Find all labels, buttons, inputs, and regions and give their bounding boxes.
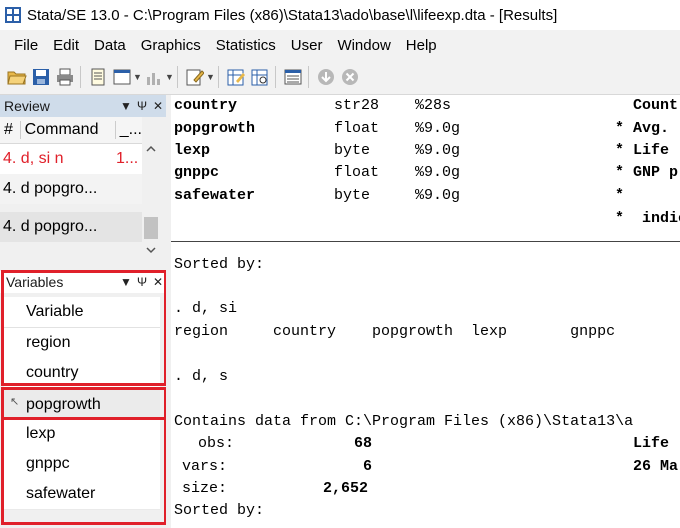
pin-icon[interactable]: Ψ	[134, 99, 150, 113]
filter-icon[interactable]: ▼	[118, 99, 134, 113]
review-row-command: 4. d popgro...	[3, 218, 98, 235]
review-column-headers: # Command _...	[0, 117, 142, 144]
stata-app-icon	[5, 7, 21, 23]
vars-label: vars:	[182, 458, 228, 475]
highlight-box-bottom	[1, 417, 167, 525]
toolbar-separator	[80, 66, 81, 88]
review-panel-header: Review ▼ Ψ ✕	[0, 95, 166, 117]
highlight-box-top	[1, 270, 167, 386]
do-file-editor-icon[interactable]	[184, 66, 206, 88]
describe-row-label: GNP p	[633, 164, 679, 181]
separator-line	[171, 241, 680, 242]
describe-row-flag: *	[615, 142, 625, 159]
graph-icon[interactable]	[143, 66, 165, 88]
describe-row-format: %9.0g	[415, 120, 461, 137]
review-row-rc: 1...	[116, 150, 139, 167]
describe-row-name: gnppc	[174, 164, 220, 181]
describe-row-flag: *	[615, 187, 625, 204]
review-row[interactable]: 4. d popgro...	[0, 212, 142, 242]
describe-row-format: %9.0g	[415, 187, 461, 204]
size-label: size:	[182, 480, 228, 497]
print-icon[interactable]	[54, 66, 76, 88]
menu-help[interactable]: Help	[406, 37, 447, 54]
menu-graphics[interactable]: Graphics	[141, 37, 211, 54]
describe-row-name: safewater	[174, 187, 256, 204]
review-panel-title: Review	[4, 98, 50, 114]
menu-user[interactable]: User	[291, 37, 333, 54]
review-col-command[interactable]: Command	[19, 121, 115, 139]
describe-row-flag: *	[615, 120, 625, 137]
review-row-command: 4. d popgro...	[3, 180, 98, 197]
size-value: 2,652	[323, 480, 369, 497]
viewer-icon[interactable]	[111, 66, 133, 88]
highlight-box-popgrowth	[1, 387, 167, 420]
chevron-down-icon[interactable]: ▼	[133, 72, 142, 82]
log-icon[interactable]	[87, 66, 109, 88]
toolbar-separator	[308, 66, 309, 88]
describe-row-name: popgrowth	[174, 120, 256, 137]
obs-label: obs:	[198, 435, 235, 452]
menu-bar: File Edit Data Graphics Statistics User …	[0, 30, 680, 60]
review-row[interactable]: 4. d popgro...	[0, 174, 142, 204]
toolbar-separator	[177, 66, 178, 88]
describe-row-label: Avg.	[633, 120, 670, 137]
describe-row-flag: *	[615, 164, 625, 181]
describe-note-indic: * indic	[615, 210, 680, 227]
toolbar-separator	[218, 66, 219, 88]
obs-value: 68	[354, 435, 373, 452]
vars-value: 6	[363, 458, 373, 475]
data-editor-icon[interactable]	[225, 66, 247, 88]
open-icon[interactable]	[6, 66, 28, 88]
menu-edit[interactable]: Edit	[53, 37, 89, 54]
results-pane: country str28 %28s Count popgrowth float…	[171, 95, 680, 528]
command-echo: . d, s	[174, 368, 229, 385]
review-col-rc[interactable]: _...	[114, 121, 142, 139]
save-icon[interactable]	[30, 66, 52, 88]
describe-row-type: float	[334, 120, 380, 137]
describe-row-type: byte	[334, 142, 371, 159]
close-icon[interactable]: ✕	[150, 99, 166, 113]
menu-statistics[interactable]: Statistics	[216, 37, 286, 54]
describe-row-format: %9.0g	[415, 164, 461, 181]
sorted-by-line: Sorted by:	[174, 256, 265, 273]
describe-row-label: Count	[633, 97, 679, 114]
break-icon[interactable]	[339, 66, 361, 88]
command-echo: . d, si	[174, 300, 238, 317]
chevron-down-icon[interactable]: ▼	[165, 72, 174, 82]
describe-row-name: lexp	[174, 142, 211, 159]
variables-manager-icon[interactable]	[282, 66, 304, 88]
review-row[interactable]: 4. d, si n 1...	[0, 144, 142, 174]
describe-row-format: %28s	[415, 97, 452, 114]
more-icon[interactable]	[315, 66, 337, 88]
review-scrollbar[interactable]	[142, 117, 160, 263]
review-col-hash[interactable]: #	[4, 121, 20, 139]
describe-row-type: str28	[334, 97, 380, 114]
data-browser-icon[interactable]	[249, 66, 271, 88]
sorted-by-line: Sorted by:	[174, 502, 265, 519]
data-label-text: Life	[633, 435, 670, 452]
describe-row-format: %9.0g	[415, 142, 461, 159]
menu-file[interactable]: File	[14, 37, 48, 54]
window-title: Stata/SE 13.0 - C:\Program Files (x86)\S…	[27, 6, 558, 24]
review-row-command: 4. d, si n	[3, 150, 64, 167]
describe-row-name: country	[174, 97, 238, 114]
data-date-text: 26 Ma	[633, 458, 679, 475]
toolbar-separator	[275, 66, 276, 88]
describe-row-label: Life	[633, 142, 670, 159]
contains-data-line: Contains data from C:\Program Files (x86…	[174, 413, 634, 430]
menu-data[interactable]: Data	[94, 37, 136, 54]
menu-window[interactable]: Window	[337, 37, 400, 54]
variable-list-line: region country popgrowth lexp gnppc	[174, 323, 616, 340]
chevron-down-icon[interactable]: ▼	[206, 72, 215, 82]
describe-row-type: byte	[334, 187, 371, 204]
left-panels: Review ▼ Ψ ✕ # Command _... 4. d, si n 1…	[0, 95, 167, 528]
toolbar: ▼ ▼ ▼	[0, 60, 680, 95]
title-bar: Stata/SE 13.0 - C:\Program Files (x86)\S…	[0, 0, 680, 30]
describe-row-type: float	[334, 164, 380, 181]
